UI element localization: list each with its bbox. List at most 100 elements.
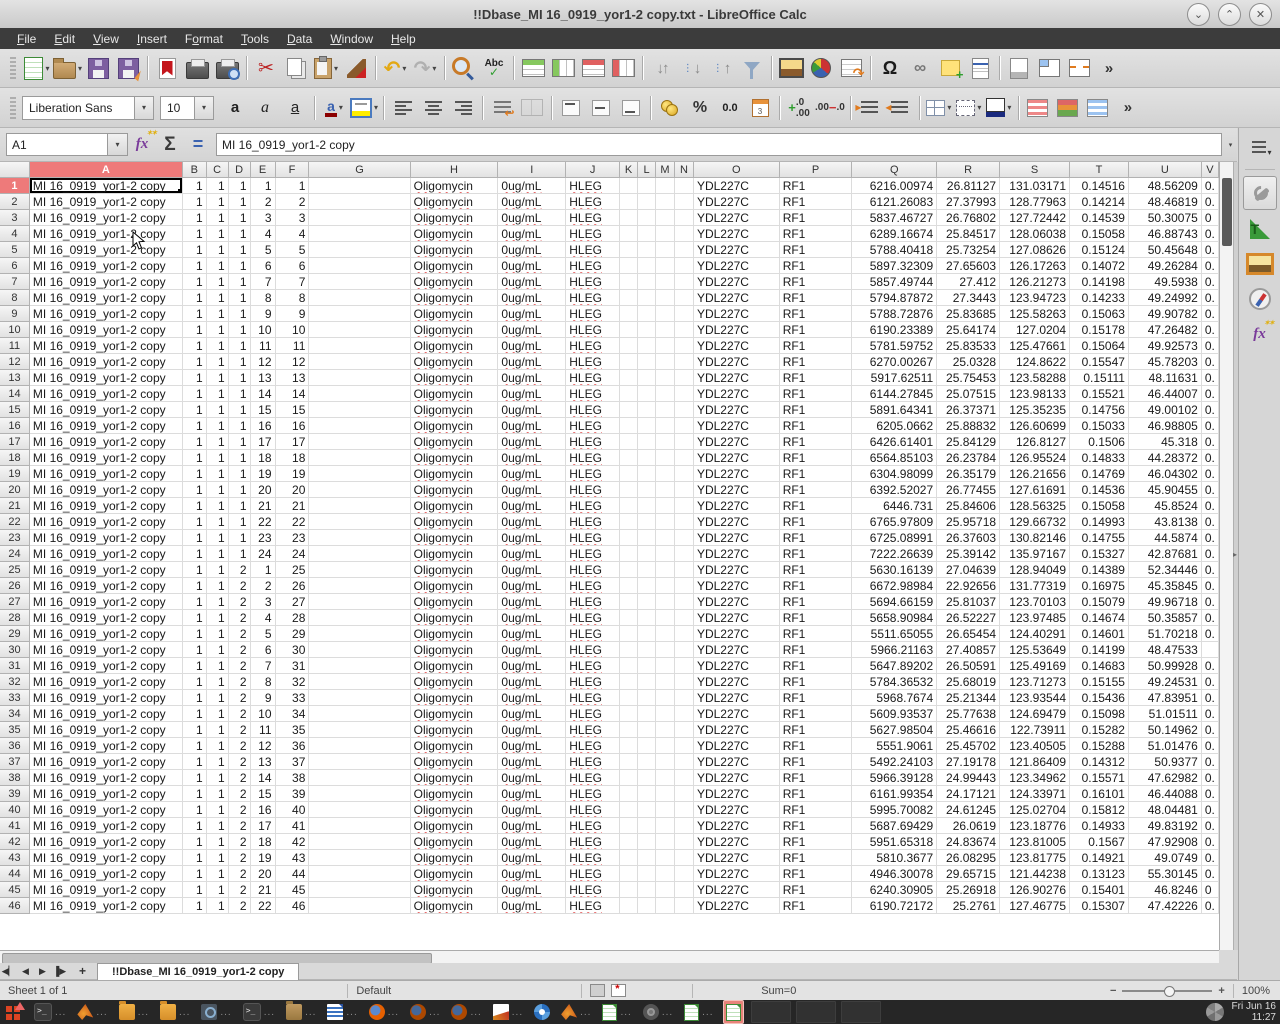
cell-d36[interactable]: 2 — [229, 738, 251, 754]
cell-m4[interactable] — [656, 226, 675, 242]
cell-j17[interactable]: HLEG — [566, 434, 620, 450]
cell-j31[interactable]: HLEG — [566, 658, 620, 674]
cell-l43[interactable] — [638, 850, 656, 866]
column-header-v[interactable]: V — [1202, 162, 1219, 178]
delete-column-button[interactable] — [609, 53, 637, 83]
cell-s31[interactable]: 125.49169 — [1000, 658, 1070, 674]
cell-b5[interactable]: 1 — [183, 242, 207, 258]
zoom-slider-knob[interactable] — [1164, 986, 1175, 997]
cell-n30[interactable] — [675, 642, 694, 658]
cell-p46[interactable]: RF1 — [780, 898, 853, 914]
cell-s10[interactable]: 127.0204 — [1000, 322, 1070, 338]
cell-v33[interactable]: 0. — [1202, 690, 1219, 706]
column-header-g[interactable]: G — [309, 162, 410, 178]
cell-q19[interactable]: 6304.98099 — [852, 466, 937, 482]
cell-d16[interactable]: 1 — [229, 418, 251, 434]
cell-u35[interactable]: 50.14962 — [1129, 722, 1202, 738]
column-header-m[interactable]: M — [656, 162, 675, 178]
taskbar-item[interactable]: ... — [158, 1001, 192, 1023]
cell-s14[interactable]: 123.98133 — [1000, 386, 1070, 402]
cell-b2[interactable]: 1 — [183, 194, 207, 210]
cell-t44[interactable]: 0.13123 — [1070, 866, 1129, 882]
cell-i20[interactable]: 0ug/mL — [498, 482, 566, 498]
expand-formula-bar-button[interactable]: ▾ — [1224, 134, 1237, 155]
cell-t34[interactable]: 0.15098 — [1070, 706, 1129, 722]
cell-t35[interactable]: 0.15282 — [1070, 722, 1129, 738]
cell-s5[interactable]: 127.08626 — [1000, 242, 1070, 258]
row-header-33[interactable]: 33 — [0, 690, 30, 706]
cell-q23[interactable]: 6725.08991 — [852, 530, 937, 546]
cell-s40[interactable]: 125.02704 — [1000, 802, 1070, 818]
cell-s33[interactable]: 123.93544 — [1000, 690, 1070, 706]
cell-a29[interactable]: MI 16_0919_yor1-2 copy — [30, 626, 183, 642]
column-header-q[interactable]: Q — [852, 162, 937, 178]
cell-p28[interactable]: RF1 — [780, 610, 853, 626]
cell-n14[interactable] — [675, 386, 694, 402]
align-bottom-button[interactable] — [617, 93, 645, 123]
cell-o33[interactable]: YDL227C — [694, 690, 780, 706]
cell-f37[interactable]: 37 — [276, 754, 310, 770]
row-header-12[interactable]: 12 — [0, 354, 30, 370]
chevron-down-icon[interactable]: ▾ — [194, 97, 213, 119]
cell-b15[interactable]: 1 — [183, 402, 207, 418]
cell-j30[interactable]: HLEG — [566, 642, 620, 658]
cell-p5[interactable]: RF1 — [780, 242, 853, 258]
cell-d42[interactable]: 2 — [229, 834, 251, 850]
cell-j28[interactable]: HLEG — [566, 610, 620, 626]
cell-u3[interactable]: 50.30075 — [1129, 210, 1202, 226]
cell-j12[interactable]: HLEG — [566, 354, 620, 370]
cell-h27[interactable]: Oligomycin — [411, 594, 499, 610]
taskbar-item[interactable]: ... — [682, 1001, 715, 1023]
cell-u20[interactable]: 45.90455 — [1129, 482, 1202, 498]
cell-r42[interactable]: 24.83674 — [937, 834, 1000, 850]
column-header-r[interactable]: R — [937, 162, 1000, 178]
cell-b3[interactable]: 1 — [183, 210, 207, 226]
cell-f6[interactable]: 6 — [276, 258, 310, 274]
cell-j37[interactable]: HLEG — [566, 754, 620, 770]
cell-r9[interactable]: 25.83685 — [937, 306, 1000, 322]
cell-i16[interactable]: 0ug/mL — [498, 418, 566, 434]
document-modified-icon[interactable] — [611, 984, 626, 997]
cell-e12[interactable]: 12 — [251, 354, 276, 370]
cell-f15[interactable]: 15 — [276, 402, 310, 418]
cell-b41[interactable]: 1 — [183, 818, 207, 834]
cell-g7[interactable] — [309, 274, 410, 290]
special-character-button[interactable]: Ω — [876, 53, 904, 83]
cell-e43[interactable]: 19 — [251, 850, 276, 866]
minimize-button[interactable]: ⌄ — [1187, 3, 1210, 26]
cell-i9[interactable]: 0ug/mL — [498, 306, 566, 322]
cell-b44[interactable]: 1 — [183, 866, 207, 882]
cell-t37[interactable]: 0.14312 — [1070, 754, 1129, 770]
cell-r37[interactable]: 27.19178 — [937, 754, 1000, 770]
cell-r28[interactable]: 26.52227 — [937, 610, 1000, 626]
cell-h7[interactable]: Oligomycin — [411, 274, 499, 290]
cell-c27[interactable]: 1 — [207, 594, 229, 610]
cell-c22[interactable]: 1 — [207, 514, 229, 530]
cell-p33[interactable]: RF1 — [780, 690, 853, 706]
cell-i10[interactable]: 0ug/mL — [498, 322, 566, 338]
cell-g25[interactable] — [309, 562, 410, 578]
cell-b21[interactable]: 1 — [183, 498, 207, 514]
cell-u10[interactable]: 47.26482 — [1129, 322, 1202, 338]
cell-v21[interactable]: 0. — [1202, 498, 1219, 514]
cell-p26[interactable]: RF1 — [780, 578, 853, 594]
chevron-down-icon[interactable]: ▾ — [339, 103, 343, 112]
cell-n25[interactable] — [675, 562, 694, 578]
cell-u44[interactable]: 55.30145 — [1129, 866, 1202, 882]
cell-b14[interactable]: 1 — [183, 386, 207, 402]
cell-d45[interactable]: 2 — [229, 882, 251, 898]
cell-b25[interactable]: 1 — [183, 562, 207, 578]
cell-c11[interactable]: 1 — [207, 338, 229, 354]
cell-u31[interactable]: 50.99928 — [1129, 658, 1202, 674]
cell-i44[interactable]: 0ug/mL — [498, 866, 566, 882]
cell-m17[interactable] — [656, 434, 675, 450]
cell-g26[interactable] — [309, 578, 410, 594]
cell-q5[interactable]: 5788.40418 — [852, 242, 937, 258]
column-header-o[interactable]: O — [694, 162, 780, 178]
cell-q24[interactable]: 7222.26639 — [852, 546, 937, 562]
conditional-colorscale-button[interactable] — [1054, 93, 1082, 123]
cell-v36[interactable]: 0. — [1202, 738, 1219, 754]
cell-t15[interactable]: 0.14756 — [1070, 402, 1129, 418]
cell-c25[interactable]: 1 — [207, 562, 229, 578]
percent-format-button[interactable]: % — [686, 93, 714, 123]
